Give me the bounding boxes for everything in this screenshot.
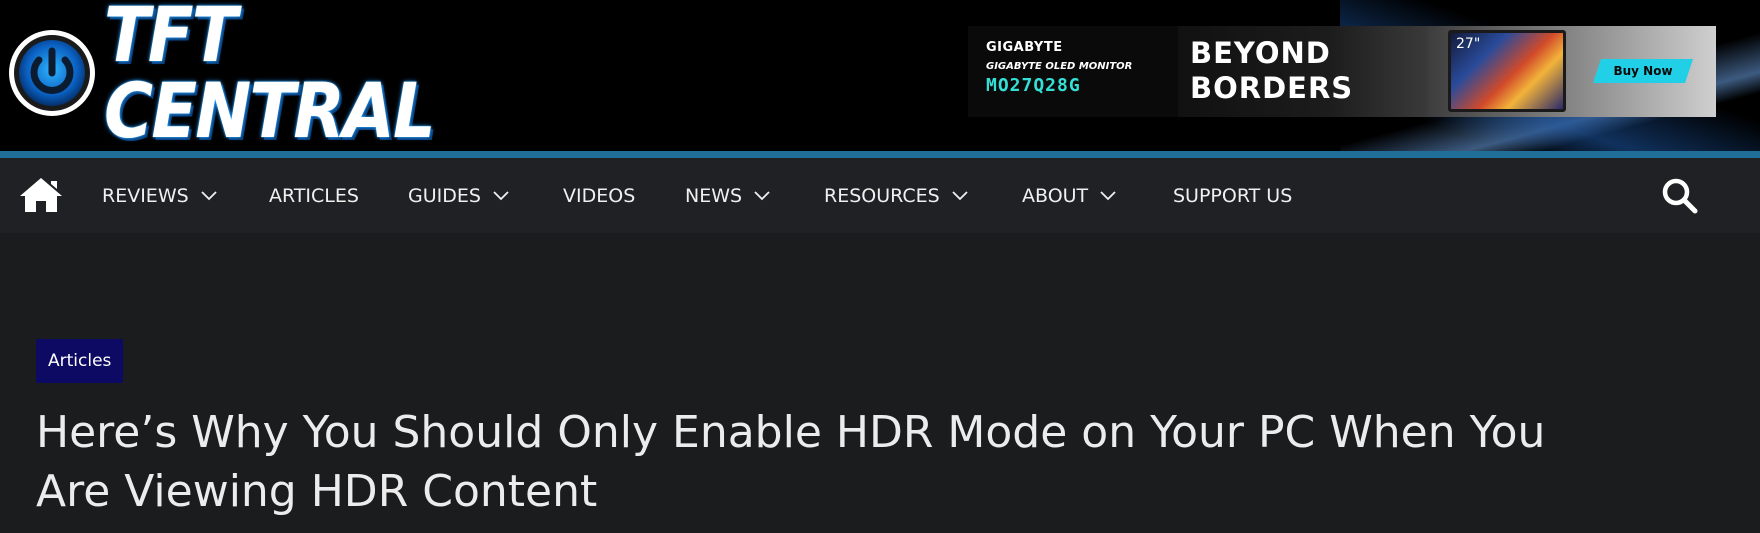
nav-item-videos[interactable]: VIDEOS (563, 184, 635, 208)
chevron-down-icon (493, 191, 509, 201)
nav-item-resources[interactable]: RESOURCES (824, 184, 968, 208)
article-title: Here’s Why You Should Only Enable HDR Mo… (36, 403, 1676, 521)
ad-headline-block: BEYOND BORDERS (1178, 26, 1428, 117)
nav-item-label: GUIDES (408, 185, 481, 207)
chevron-down-icon (1100, 191, 1116, 201)
home-icon[interactable] (18, 175, 64, 215)
article-title-line1: Here’s Why You Should Only Enable HDR Mo… (36, 407, 1546, 458)
advertisement-banner[interactable]: GIGABYTE GIGABYTE OLED MONITOR MO27Q28G … (968, 26, 1716, 117)
chevron-down-icon (754, 191, 770, 201)
ad-headline-line1: BEYOND (1190, 36, 1331, 70)
power-button-icon (9, 29, 95, 116)
ad-brand: GIGABYTE (986, 40, 1063, 55)
article-header: Articles Here’s Why You Should Only Enab… (0, 233, 1760, 533)
nav-item-label: VIDEOS (563, 185, 636, 207)
nav-item-about[interactable]: ABOUT (1022, 184, 1116, 208)
nav-item-label: ARTICLES (269, 185, 359, 207)
main-navigation: REVIEWS ARTICLES GUIDES VIDEOS NEWS RESO… (0, 158, 1760, 233)
ad-subtitle: GIGABYTE OLED MONITOR (986, 61, 1133, 72)
nav-item-label: NEWS (685, 185, 743, 207)
nav-item-reviews[interactable]: REVIEWS (102, 184, 217, 208)
chevron-down-icon (952, 191, 968, 201)
nav-item-news[interactable]: NEWS (685, 184, 770, 208)
monitor-image: 27" (1448, 30, 1566, 112)
ad-brand-block: GIGABYTE GIGABYTE OLED MONITOR MO27Q28G (968, 26, 1178, 117)
nav-item-guides[interactable]: GUIDES (408, 184, 509, 208)
ad-product-block: 27" Buy Now (1428, 26, 1716, 117)
category-badge[interactable]: Articles (36, 339, 124, 383)
nav-item-label: REVIEWS (102, 185, 189, 207)
ad-buy-now-button[interactable]: Buy Now (1593, 59, 1693, 83)
site-logo[interactable]: TFT CENTRAL (6, 0, 506, 148)
logo-wordmark: TFT CENTRAL (104, 0, 436, 151)
nav-item-label: ABOUT (1022, 185, 1089, 207)
nav-item-articles[interactable]: ARTICLES (269, 184, 359, 208)
nav-item-support-us[interactable]: SUPPORT US (1173, 184, 1292, 208)
ad-monitor-size: 27" (1456, 36, 1481, 52)
site-header: TFT CENTRAL GIGABYTE GIGABYTE OLED MONIT… (0, 0, 1760, 151)
ad-headline-line2: BORDERS (1190, 71, 1354, 105)
article-title-line2: Are Viewing HDR Content (36, 466, 598, 517)
ad-model: MO27Q28G (986, 75, 1081, 96)
search-icon[interactable] (1660, 176, 1700, 216)
nav-item-label: RESOURCES (824, 185, 940, 207)
nav-item-label: SUPPORT US (1173, 185, 1293, 207)
header-divider (0, 151, 1760, 158)
chevron-down-icon (201, 191, 217, 201)
